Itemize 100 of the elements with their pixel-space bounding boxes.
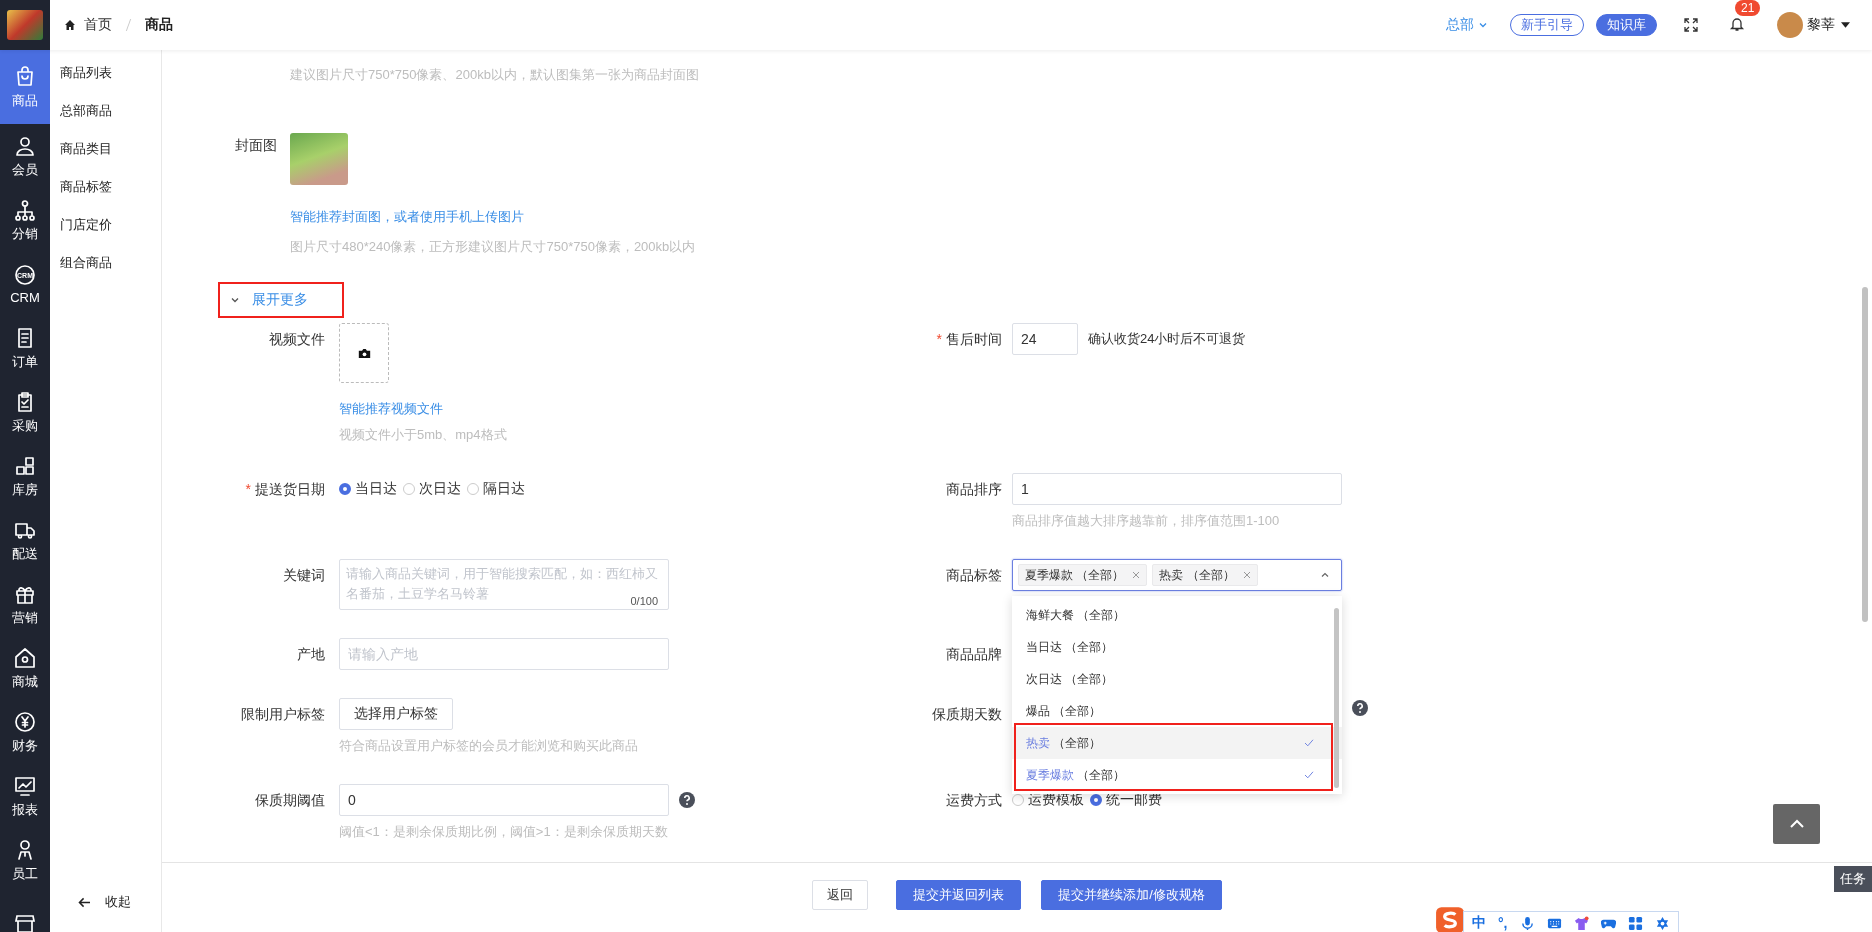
action-button[interactable]: 提交并继续添加/修改规格 [1041,879,1222,910]
scrollbar[interactable] [1334,608,1339,788]
dropdown-option[interactable]: 爆品 （全部） [1012,695,1342,727]
field-label: 关键词 [282,566,325,585]
yen-icon [13,709,37,734]
field-label: 商品标签 [945,566,1002,585]
dropdown-option[interactable]: 次日达 （全部） [1012,663,1342,695]
home-icon [64,19,76,31]
house-icon [13,645,37,670]
radio-option[interactable]: 隔日达 [467,480,525,498]
field-label: 视频文件 [268,330,325,349]
upload-box[interactable] [339,323,389,383]
input-field[interactable]: 0 [339,784,669,816]
dropdown-option[interactable]: 当日达 （全部） [1012,631,1342,663]
nav-item[interactable]: 分销 [0,188,50,252]
tag-select[interactable]: 夏季爆款 （全部） 热卖 （全部） [1012,559,1342,591]
photo-placeholder [290,133,348,185]
nav-item[interactable]: 商品 [0,50,50,124]
hint-text: 图片尺寸480*240像素，正方形建议图片尺寸750*750像素，200kb以内 [290,238,696,256]
collapse-link[interactable]: 收起 [105,893,131,911]
dropdown-option[interactable]: 海鲜大餐 （全部） [1012,599,1342,631]
radio-option[interactable]: 次日达 [403,480,461,498]
hint-text: 符合商品设置用户标签的会员才能浏览和购买此商品 [339,737,638,755]
microphone-icon[interactable] [1519,915,1535,931]
submenu-item[interactable]: 组合商品 [60,253,161,272]
help-icon[interactable] [1352,700,1368,716]
action-button[interactable]: 返回 [812,879,869,910]
chevron-icon [230,295,240,305]
select-user-tags-button[interactable]: 选择用户标签 [339,698,453,730]
task-tab[interactable]: 任务 [1834,866,1872,892]
field-label: 提送货日期 [255,481,325,497]
close-icon[interactable] [1132,571,1141,579]
required-mark: * [245,481,251,497]
ime-mode[interactable]: 中 [1472,914,1486,932]
ime-punctuation[interactable]: °, [1498,915,1508,931]
shop-icon[interactable] [13,912,37,932]
nav-item[interactable]: 商城 [0,636,50,700]
ime-logo-icon[interactable] [1435,906,1465,932]
dropdown-option[interactable]: 夏季爆款 （全部） [1012,759,1342,791]
input-field[interactable]: 1 [1012,473,1342,505]
camera-icon [357,347,371,359]
guide-button[interactable]: 新手引导 [1510,14,1584,36]
notification-badge: 21 [1735,0,1761,16]
org-dropdown[interactable]: 总部 [1446,16,1488,34]
check-icon [1304,771,1314,779]
input-field[interactable]: 24 [1012,323,1078,355]
check-icon [1304,739,1314,747]
field-label: 保质期天数 [931,705,1002,724]
submenu-item[interactable]: 商品类目 [60,139,161,158]
nav-item[interactable]: 采购 [0,380,50,444]
submenu-item[interactable]: 总部商品 [60,101,161,120]
hint-text: 阈值<1：是剩余保质期比例，阈值>1：是剩余保质期天数 [339,823,669,841]
bell-icon[interactable] [1729,15,1745,32]
link[interactable]: 智能推荐视频文件 [339,399,507,419]
nav-item[interactable]: 报表 [0,764,50,828]
hierarchy-icon [13,197,37,222]
link[interactable]: 智能推荐封面图，或者使用手机上传图片 [290,207,696,227]
knowledge-base-button[interactable]: 知识库 [1596,14,1657,36]
submenu-item[interactable]: 商品列表 [60,63,161,82]
star-gear-icon[interactable] [1654,915,1670,931]
field-label: 封面图 [234,136,277,155]
nav-item[interactable]: 库房 [0,444,50,508]
user-name[interactable]: 黎莘 [1807,16,1835,34]
caret-icon[interactable] [1841,22,1850,28]
help-icon[interactable] [679,792,695,808]
breadcrumb-item: 商品 [145,16,173,34]
required-mark: * [936,331,942,347]
nav-item[interactable]: 员工 [0,828,50,892]
chevron-icon [1478,20,1488,30]
nav-item[interactable]: 订单 [0,316,50,380]
logo-icon[interactable] [0,0,50,50]
radio-option[interactable]: 当日达 [339,480,397,498]
submenu-item[interactable]: 商品标签 [60,177,161,196]
submenu-item[interactable]: 门店定价 [60,215,161,234]
nav-item[interactable]: 财务 [0,700,50,764]
chevron-up-icon [1788,819,1805,829]
arrow-left-icon[interactable] [78,896,91,908]
close-icon[interactable] [1242,571,1251,579]
expand-toggle[interactable]: 展开更多 [218,291,308,309]
hint-text: 商品排序值越大排序越靠前，排序值范围1-100 [1012,512,1281,530]
input-field[interactable]: 请输入产地 [339,638,669,670]
fullscreen-icon[interactable] [1683,17,1699,33]
avatar[interactable] [1777,12,1803,38]
back-to-top-button[interactable] [1773,804,1820,844]
action-button[interactable]: 提交并返回列表 [896,879,1022,910]
nav-item[interactable]: 配送 [0,508,50,572]
field-note: 确认收货24小时后不可退货 [1088,330,1246,348]
grid-icon[interactable] [1627,915,1643,931]
hint-text: 视频文件小于5mb、mp4格式 [339,426,507,444]
breadcrumb-item[interactable]: 首页 [84,16,112,34]
nav-item[interactable]: 营销 [0,572,50,636]
textarea-field[interactable]: 请输入商品关键词，用于智能搜索匹配，如：西红柿又名番茄，土豆学名马铃薯 0/100 [339,559,669,610]
shirt-icon[interactable] [1573,915,1589,931]
nav-item[interactable]: 会员 [0,124,50,188]
dropdown-option[interactable]: 热卖 （全部） [1012,727,1342,759]
tag-chip: 热卖 （全部） [1152,564,1258,586]
field-label: 保质期阈值 [254,791,325,810]
field-label: 限制用户标签 [240,705,325,724]
scrollbar[interactable] [1862,287,1868,622]
radio-option[interactable]: 统一邮费 [1090,791,1162,809]
